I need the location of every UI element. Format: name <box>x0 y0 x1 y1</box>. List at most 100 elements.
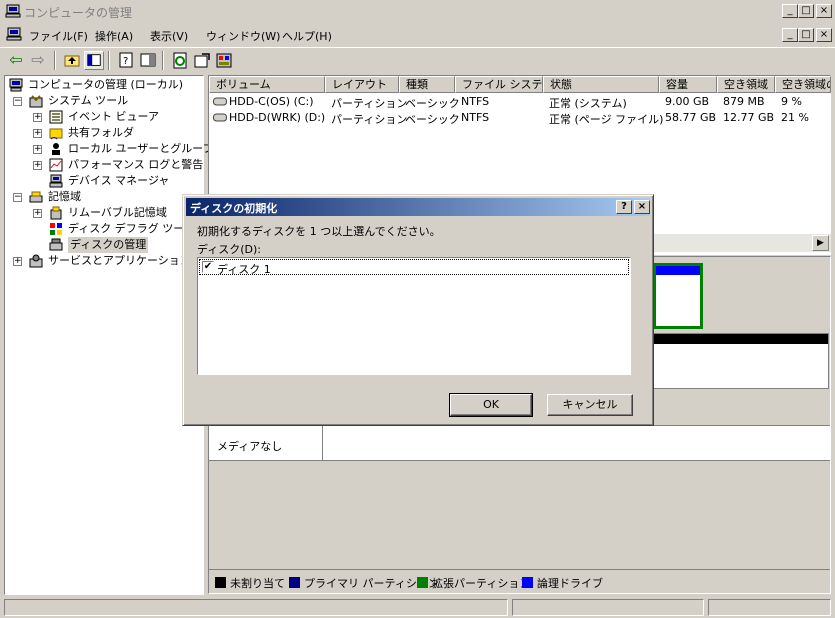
tree-node-label: サービスとアプリケーション <box>48 254 191 267</box>
toolbar: ⇦ ⇨ ? <box>0 47 835 73</box>
expander-system-tools[interactable]: − <box>13 97 22 106</box>
expander-shared-folders[interactable]: + <box>33 129 42 138</box>
legend-swatch-unallocated <box>215 577 226 588</box>
cancel-button[interactable]: キャンセル <box>547 394 633 416</box>
window-title: コンピュータの管理 <box>24 6 133 20</box>
dialog-instruction: 初期化するディスクを 1 つ以上選んでください。 <box>197 225 441 238</box>
help-button[interactable]: ? <box>616 200 632 214</box>
legend-label: 論理ドライブ <box>537 577 603 590</box>
minimize-button[interactable]: _ <box>782 4 798 18</box>
extended-partition-block[interactable] <box>653 263 703 329</box>
mdi-restore-button[interactable]: □ <box>798 28 814 42</box>
menu-bar: ファイル(F) 操作(A) 表示(V) ウィンドウ(W) ヘルプ(H) _ □ … <box>0 24 835 46</box>
legend: 未割り当て プライマリ パーティション 拡張パーティション 論理ドライブ <box>209 569 830 593</box>
expander-local-users[interactable]: + <box>33 145 42 154</box>
legend-label: 拡張パーティション <box>432 577 531 590</box>
refresh-icon[interactable] <box>170 51 190 70</box>
table-row[interactable]: HDD-D(WRK) (D:) パーティション ベーシック NTFS 正常 (ペ… <box>209 110 830 126</box>
column-header-free-percent[interactable]: 空き領域の <box>775 76 831 93</box>
disk-list-label: ディスク(D): <box>197 243 261 256</box>
logical-drive-stripe <box>656 266 700 275</box>
cdrom-row[interactable]: メディアなし <box>209 425 830 461</box>
cdrom-info: メディアなし <box>209 426 323 460</box>
dialog-close-button[interactable]: × <box>634 200 650 214</box>
column-header-capacity[interactable]: 容量 <box>659 76 717 93</box>
dialog-title: ディスクの初期化 <box>190 202 278 215</box>
tree-node-label: デバイス マネージャ <box>68 174 170 187</box>
back-arrow-icon[interactable]: ⇦ <box>6 51 26 70</box>
cell-free-space: 879 MB <box>723 95 765 108</box>
expander-storage[interactable]: − <box>13 193 22 202</box>
up-folder-icon[interactable] <box>62 51 82 70</box>
performance-icon <box>49 158 63 172</box>
show-hide-tree-icon[interactable] <box>84 51 104 70</box>
tree-node-label: ディスクの管理 <box>68 237 149 253</box>
menu-view[interactable]: 表示(V) <box>150 28 188 44</box>
properties-icon[interactable]: ? <box>116 51 136 70</box>
close-button[interactable]: × <box>816 4 832 18</box>
cell-volume: HDD-D(WRK) (D:) <box>229 111 326 124</box>
menu-help[interactable]: ヘルプ(H) <box>282 28 332 44</box>
tree-node-label: リムーバブル記憶域 <box>68 206 167 219</box>
column-header-type[interactable]: 種類 <box>399 76 455 93</box>
disk-list[interactable]: ✔ ディスク 1 <box>197 257 631 375</box>
cell-layout: パーティション <box>331 113 408 126</box>
expander-event-viewer[interactable]: + <box>33 113 42 122</box>
menu-action[interactable]: 操作(A) <box>95 28 133 44</box>
volume-drive-icon <box>213 97 227 106</box>
list-item[interactable]: ✔ ディスク 1 <box>199 259 629 276</box>
mmc-document-icon <box>6 27 22 41</box>
toolbar-separator <box>108 51 110 70</box>
menu-file[interactable]: ファイル(F) <box>29 28 88 44</box>
column-header-layout[interactable]: レイアウト <box>325 76 399 93</box>
disk-management-icon <box>49 238 63 251</box>
status-panel <box>4 599 508 616</box>
system-tools-icon <box>29 95 43 108</box>
disk-label: ディスク 1 <box>217 263 271 276</box>
tree-node-label: コンピュータの管理 (ローカル) <box>28 78 184 91</box>
cell-free-percent: 21 % <box>781 111 809 124</box>
console-tree[interactable]: コンピュータの管理 (ローカル) − システム ツール + イベント ビューア … <box>4 75 214 595</box>
device-manager-icon <box>49 174 63 188</box>
tree-node-label: 共有フォルダ <box>68 126 134 139</box>
legend-label: 未割り当て <box>230 577 285 590</box>
cell-status: 正常 (ページ ファイル) <box>549 113 664 126</box>
scroll-right-button[interactable]: ▶ <box>812 235 829 251</box>
forward-arrow-icon[interactable]: ⇨ <box>28 51 48 70</box>
title-bar: コンピュータの管理 _ □ × <box>0 0 835 22</box>
help-pane-icon[interactable] <box>138 51 158 70</box>
users-icon <box>52 143 60 155</box>
legend-swatch-logical <box>522 577 533 588</box>
tree-node-label: イベント ビューア <box>68 110 160 123</box>
table-row[interactable]: HDD-C(OS) (C:) パーティション ベーシック NTFS 正常 (シス… <box>209 94 830 110</box>
maximize-button[interactable]: □ <box>798 4 814 18</box>
status-panel <box>512 599 704 616</box>
cell-filesystem: NTFS <box>461 111 490 124</box>
cell-capacity: 58.77 GB <box>665 111 717 124</box>
expander-removable[interactable]: + <box>33 209 42 218</box>
svg-text:?: ? <box>123 56 128 67</box>
ok-button[interactable]: OK <box>449 393 533 417</box>
settings-icon[interactable] <box>214 51 234 70</box>
mdi-close-button[interactable]: × <box>816 28 832 42</box>
storage-icon <box>29 191 43 203</box>
unallocated-block[interactable] <box>653 333 829 389</box>
computer-icon <box>9 78 23 92</box>
expander-services-apps[interactable]: + <box>13 257 22 266</box>
cell-free-percent: 9 % <box>781 95 802 108</box>
column-header-volume[interactable]: ボリューム <box>209 76 325 93</box>
volume-drive-icon <box>213 113 227 122</box>
event-viewer-icon <box>49 110 63 124</box>
mdi-minimize-button[interactable]: _ <box>782 28 798 42</box>
column-header-free-space[interactable]: 空き領域 <box>717 76 775 93</box>
toolbar-separator <box>162 51 164 70</box>
menu-window[interactable]: ウィンドウ(W) <box>206 28 280 44</box>
computer-management-icon <box>5 4 21 18</box>
expander-performance[interactable]: + <box>33 161 42 170</box>
export-list-icon[interactable] <box>192 51 212 70</box>
column-header-status[interactable]: 状態 <box>543 76 659 93</box>
disk-checkbox[interactable]: ✔ <box>202 261 214 273</box>
legend-swatch-primary <box>289 577 300 588</box>
no-media-label: メディアなし <box>217 440 283 453</box>
column-header-filesystem[interactable]: ファイル システム <box>455 76 543 93</box>
